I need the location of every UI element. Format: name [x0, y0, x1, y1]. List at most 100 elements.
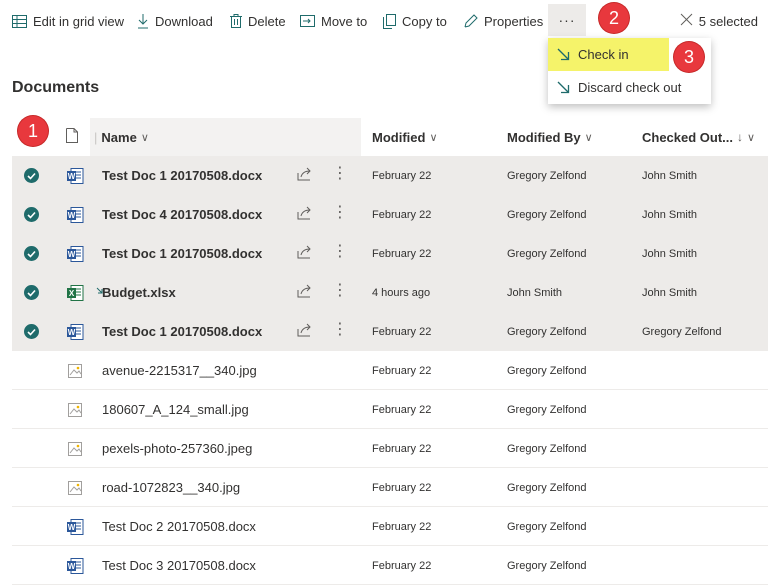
- table-row[interactable]: W Test Doc 1 20170508.docx ⋮ February 22 Gre…: [12, 156, 768, 195]
- more-actions-button[interactable]: ···: [548, 4, 586, 36]
- table-row[interactable]: W Test Doc 4 20170508.docx ⋮ February 22 Gre…: [12, 195, 768, 234]
- modified-cell: February 22: [372, 559, 432, 572]
- pencil-icon: [464, 14, 478, 28]
- check-in-label: Check in: [578, 47, 629, 62]
- copy-to-label: Copy to: [402, 13, 447, 29]
- check-in-icon: [548, 48, 578, 61]
- modified-cell: 4 hours ago: [372, 286, 431, 299]
- word-file-icon: W: [66, 245, 84, 263]
- word-file-icon: W: [66, 557, 84, 575]
- file-name[interactable]: road-1072823__340.jpg: [102, 468, 240, 507]
- properties-label: Properties: [484, 13, 544, 29]
- table-row[interactable]: pexels-photo-257360.jpeg February 22 Grego…: [12, 429, 768, 468]
- table-row[interactable]: X Budget.xlsx ⋮ 4 hours ago John Smith John S…: [12, 273, 768, 312]
- modified-by-cell: Gregory Zelfond: [507, 403, 587, 416]
- file-name[interactable]: 180607_A_124_small.jpg: [102, 390, 249, 429]
- svg-text:W: W: [68, 250, 76, 259]
- column-header-checked-out[interactable]: Checked Out... ↓ ∨: [642, 118, 755, 156]
- delete-button[interactable]: Delete: [230, 0, 286, 42]
- file-name[interactable]: Budget.xlsx: [102, 273, 176, 312]
- file-name[interactable]: Test Doc 3 20170508.docx: [102, 546, 256, 585]
- share-icon[interactable]: [297, 206, 313, 225]
- modified-cell: February 22: [372, 442, 432, 455]
- modified-cell: February 22: [372, 520, 432, 533]
- copy-to-button[interactable]: Copy to: [383, 0, 447, 42]
- copy-icon: [383, 13, 396, 29]
- selected-count: 5 selected: [698, 13, 758, 29]
- column-header-row: | Name ∨ Modified ∨ Modified By ∨ Checke…: [12, 118, 768, 156]
- properties-button[interactable]: Properties: [464, 0, 543, 42]
- column-header-name[interactable]: | Name ∨: [94, 118, 149, 156]
- menu-item-discard-checkout[interactable]: Discard check out: [548, 71, 711, 104]
- table-row[interactable]: W Test Doc 2 20170508.docx February 22 Greg…: [12, 507, 768, 546]
- discard-checkout-icon: [548, 81, 578, 94]
- file-name[interactable]: Test Doc 4 20170508.docx: [102, 195, 262, 234]
- table-row[interactable]: 180607_A_124_small.jpg February 22 Gregory…: [12, 390, 768, 429]
- discard-checkout-label: Discard check out: [578, 80, 682, 95]
- modified-cell: February 22: [372, 481, 432, 494]
- file-type-header[interactable]: [66, 118, 78, 156]
- column-resize-handle[interactable]: |: [94, 130, 97, 145]
- selection-clear-button[interactable]: 5 selected: [680, 0, 758, 42]
- table-row[interactable]: W Test Doc 3 20170508.docx February 22 Greg…: [12, 546, 768, 585]
- table-row[interactable]: W Test Doc 1 20170508.docx ⋮ February 22 Gre…: [12, 234, 768, 273]
- more-options-icon[interactable]: ⋮: [332, 242, 348, 262]
- file-name[interactable]: Test Doc 2 20170508.docx: [102, 507, 256, 546]
- svg-text:W: W: [68, 211, 76, 220]
- more-options-icon[interactable]: ⋮: [332, 281, 348, 301]
- row-checkmark-icon[interactable]: [24, 285, 39, 300]
- svg-text:X: X: [69, 289, 75, 298]
- more-options-icon[interactable]: ⋮: [332, 203, 348, 223]
- word-file-icon: W: [66, 167, 84, 185]
- share-icon[interactable]: [297, 323, 313, 342]
- row-checkmark-icon[interactable]: [24, 246, 39, 261]
- chevron-down-icon: ∨: [429, 131, 438, 144]
- page-title: Documents: [12, 79, 100, 96]
- trash-icon: [230, 14, 242, 28]
- checked-out-cell: John Smith: [642, 247, 698, 260]
- file-name[interactable]: Test Doc 1 20170508.docx: [102, 234, 262, 273]
- name-header-label: Name: [101, 129, 137, 145]
- modified-by-cell: Gregory Zelfond: [507, 325, 587, 338]
- move-to-button[interactable]: Move to: [300, 0, 367, 42]
- download-button[interactable]: Download: [137, 0, 213, 42]
- more-icon: ···: [558, 12, 576, 28]
- sort-down-arrow-icon: ↓: [737, 130, 744, 144]
- svg-text:W: W: [68, 328, 76, 337]
- edit-grid-view-button[interactable]: Edit in grid view: [12, 0, 124, 42]
- share-icon[interactable]: [297, 167, 313, 186]
- file-name[interactable]: avenue-2215317__340.jpg: [102, 351, 257, 390]
- file-name[interactable]: pexels-photo-257360.jpeg: [102, 429, 252, 468]
- column-header-modified[interactable]: Modified ∨: [372, 118, 438, 156]
- table-row[interactable]: avenue-2215317__340.jpg February 22 Gregor…: [12, 351, 768, 390]
- modified-cell: February 22: [372, 169, 432, 182]
- modified-cell: February 22: [372, 247, 432, 260]
- word-file-icon: W: [66, 518, 84, 536]
- row-checkmark-icon[interactable]: [24, 207, 39, 222]
- modified-by-cell: Gregory Zelfond: [507, 247, 587, 260]
- move-icon: [300, 15, 315, 27]
- share-icon[interactable]: [297, 284, 313, 303]
- edit-grid-view-label: Edit in grid view: [33, 13, 125, 29]
- excel-file-icon: X: [66, 284, 84, 302]
- more-options-icon[interactable]: ⋮: [332, 320, 348, 340]
- table-row[interactable]: road-1072823__340.jpg February 22 Gregory …: [12, 468, 768, 507]
- checked-out-cell: Gregory Zelfond: [642, 325, 722, 338]
- more-options-icon[interactable]: ⋮: [332, 164, 348, 184]
- modified-cell: February 22: [372, 364, 432, 377]
- callout-badge-3: 3: [674, 42, 704, 72]
- column-header-modified-by[interactable]: Modified By ∨: [507, 118, 593, 156]
- file-name[interactable]: Test Doc 1 20170508.docx: [102, 156, 262, 195]
- row-checkmark-icon[interactable]: [24, 168, 39, 183]
- table-row[interactable]: W Test Doc 1 20170508.docx ⋮ February 22 Gre…: [12, 312, 768, 351]
- chevron-down-icon: ∨: [747, 131, 756, 144]
- file-name[interactable]: Test Doc 1 20170508.docx: [102, 312, 262, 351]
- checked-out-header-label: Checked Out...: [642, 129, 734, 145]
- checked-out-cell: John Smith: [642, 286, 698, 299]
- image-file-icon: [66, 362, 84, 380]
- modified-cell: February 22: [372, 403, 432, 416]
- share-icon[interactable]: [297, 245, 313, 264]
- modified-by-cell: Gregory Zelfond: [507, 481, 587, 494]
- row-checkmark-icon[interactable]: [24, 324, 39, 339]
- image-file-icon: [66, 401, 84, 419]
